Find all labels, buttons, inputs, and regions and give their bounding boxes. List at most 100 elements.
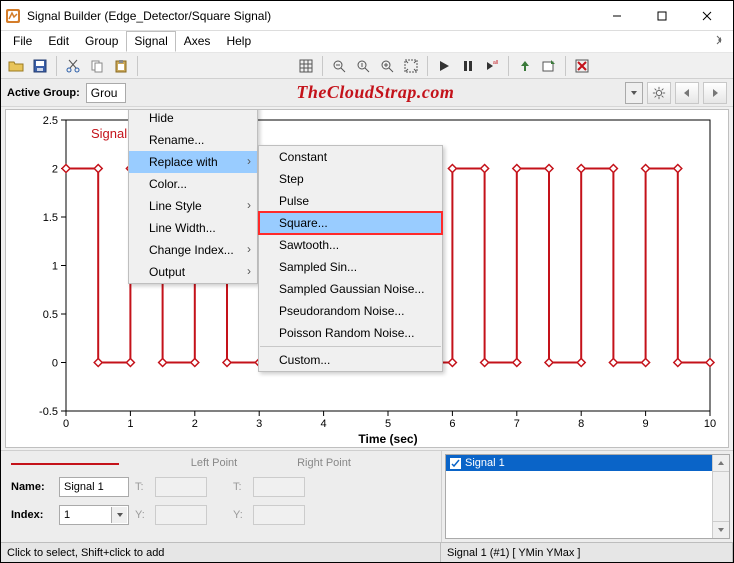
signal-checkbox[interactable] bbox=[450, 458, 461, 469]
open-icon[interactable] bbox=[5, 55, 27, 77]
svg-text:10: 10 bbox=[704, 418, 716, 430]
status-bar: Click to select, Shift+click to add Sign… bbox=[1, 542, 733, 562]
svg-text:3: 3 bbox=[256, 418, 262, 430]
replace-custom-[interactable]: Custom... bbox=[259, 349, 442, 371]
bottom-panel: Left Point Right Point Name: T: T: Index… bbox=[1, 450, 733, 542]
svg-text:1: 1 bbox=[127, 418, 133, 430]
zoom-xy-icon[interactable] bbox=[376, 55, 398, 77]
svg-text:2.5: 2.5 bbox=[43, 115, 58, 127]
watermark-text: TheCloudStrap.com bbox=[132, 82, 619, 103]
menu-signal[interactable]: Signal bbox=[126, 31, 175, 52]
svg-text:1: 1 bbox=[52, 261, 58, 273]
index-select[interactable]: 1 bbox=[59, 505, 129, 525]
signal-menu-output[interactable]: Output bbox=[129, 261, 257, 283]
svg-text:2: 2 bbox=[192, 418, 198, 430]
signal-list-label: Signal 1 bbox=[465, 457, 505, 469]
save-icon[interactable] bbox=[29, 55, 51, 77]
menu-axes[interactable]: Axes bbox=[176, 31, 219, 52]
scroll-up-icon[interactable] bbox=[713, 455, 729, 472]
signal-menu-line-width-[interactable]: Line Width... bbox=[129, 217, 257, 239]
svg-text:8: 8 bbox=[578, 418, 584, 430]
maximize-button[interactable] bbox=[639, 2, 684, 30]
svg-text:Time (sec): Time (sec) bbox=[358, 432, 417, 446]
play-all-icon[interactable]: all bbox=[481, 55, 503, 77]
svg-text:5: 5 bbox=[385, 418, 391, 430]
signal-list[interactable]: Signal 1 bbox=[445, 454, 730, 539]
replace-pulse[interactable]: Pulse bbox=[259, 190, 442, 212]
status-left: Click to select, Shift+click to add bbox=[1, 543, 441, 562]
lp-y-input bbox=[155, 505, 207, 525]
svg-text:-0.5: -0.5 bbox=[39, 406, 58, 418]
cut-icon[interactable] bbox=[62, 55, 84, 77]
menubar: FileEditGroupSignalAxesHelp bbox=[1, 31, 733, 53]
signal-menu-hide[interactable]: Hide bbox=[129, 109, 257, 129]
close-button[interactable] bbox=[684, 2, 729, 30]
signal-menu-replace-with[interactable]: Replace with bbox=[129, 151, 257, 173]
titlebar: Signal Builder (Edge_Detector/Square Sig… bbox=[1, 1, 733, 31]
svg-text:2: 2 bbox=[52, 164, 58, 176]
signal-menu-change-index-[interactable]: Change Index... bbox=[129, 239, 257, 261]
active-group-row: Active Group: Grou TheCloudStrap.com bbox=[1, 79, 733, 107]
name-input[interactable] bbox=[59, 477, 129, 497]
name-label: Name: bbox=[11, 481, 53, 493]
left-point-header: Left Point bbox=[159, 457, 269, 469]
signal-menu-rename-[interactable]: Rename... bbox=[129, 129, 257, 151]
play-icon[interactable] bbox=[433, 55, 455, 77]
replace-sawtooth-[interactable]: Sawtooth... bbox=[259, 234, 442, 256]
svg-text:1.5: 1.5 bbox=[43, 212, 58, 224]
rp-y-label: Y: bbox=[233, 509, 247, 521]
window-title: Signal Builder (Edge_Detector/Square Sig… bbox=[27, 9, 594, 23]
signal-menu: NewShowHideRename...Replace withColor...… bbox=[128, 109, 258, 284]
replace-square-[interactable]: Square... bbox=[259, 212, 442, 234]
index-label: Index: bbox=[11, 509, 53, 521]
menu-edit[interactable]: Edit bbox=[40, 31, 77, 52]
copy-icon[interactable] bbox=[86, 55, 108, 77]
replace-step[interactable]: Step bbox=[259, 168, 442, 190]
menu-file[interactable]: File bbox=[5, 31, 40, 52]
replace-sampled-gaussian-noise-[interactable]: Sampled Gaussian Noise... bbox=[259, 278, 442, 300]
prev-icon[interactable] bbox=[675, 82, 699, 104]
replace-constant[interactable]: Constant bbox=[259, 146, 442, 168]
group-dropdown-arrow[interactable] bbox=[625, 82, 643, 104]
lp-t-label: T: bbox=[135, 481, 149, 493]
svg-text:7: 7 bbox=[514, 418, 520, 430]
grid-icon[interactable] bbox=[295, 55, 317, 77]
svg-text:0: 0 bbox=[52, 358, 58, 370]
signal-menu-color-[interactable]: Color... bbox=[129, 173, 257, 195]
chart-area[interactable]: -0.500.511.522.5012345678910Time (sec) S… bbox=[5, 109, 729, 448]
menu-group[interactable]: Group bbox=[77, 31, 126, 52]
right-point-header: Right Point bbox=[269, 457, 379, 469]
rp-y-input bbox=[253, 505, 305, 525]
menubar-overflow-icon[interactable] bbox=[707, 31, 729, 52]
signal-list-item[interactable]: Signal 1 bbox=[446, 455, 729, 471]
active-group-dropdown[interactable]: Grou bbox=[86, 83, 126, 103]
scroll-down-icon[interactable] bbox=[713, 521, 729, 538]
rp-t-input bbox=[253, 477, 305, 497]
signal-menu-line-style[interactable]: Line Style bbox=[129, 195, 257, 217]
up-icon[interactable] bbox=[514, 55, 536, 77]
replace-pseudorandom-noise-[interactable]: Pseudorandom Noise... bbox=[259, 300, 442, 322]
lp-y-label: Y: bbox=[135, 509, 149, 521]
svg-text:all: all bbox=[493, 60, 498, 66]
menu-help[interactable]: Help bbox=[218, 31, 259, 52]
svg-text:9: 9 bbox=[643, 418, 649, 430]
toolbar: all bbox=[1, 53, 733, 79]
fit-icon[interactable] bbox=[400, 55, 422, 77]
scrollbar[interactable] bbox=[712, 455, 729, 538]
gear-icon[interactable] bbox=[647, 82, 671, 104]
minimize-button[interactable] bbox=[594, 2, 639, 30]
zoom-x-icon[interactable] bbox=[328, 55, 350, 77]
lp-t-input bbox=[155, 477, 207, 497]
cancel-icon[interactable] bbox=[571, 55, 593, 77]
active-group-value: Grou bbox=[91, 86, 118, 100]
svg-text:0: 0 bbox=[63, 418, 69, 430]
pause-icon[interactable] bbox=[457, 55, 479, 77]
replace-poisson-random-noise-[interactable]: Poisson Random Noise... bbox=[259, 322, 442, 344]
paste-icon[interactable] bbox=[110, 55, 132, 77]
svg-text:0.5: 0.5 bbox=[43, 309, 58, 321]
svg-text:4: 4 bbox=[321, 418, 327, 430]
next-icon[interactable] bbox=[703, 82, 727, 104]
zoom-y-icon[interactable] bbox=[352, 55, 374, 77]
export-icon[interactable] bbox=[538, 55, 560, 77]
replace-sampled-sin-[interactable]: Sampled Sin... bbox=[259, 256, 442, 278]
